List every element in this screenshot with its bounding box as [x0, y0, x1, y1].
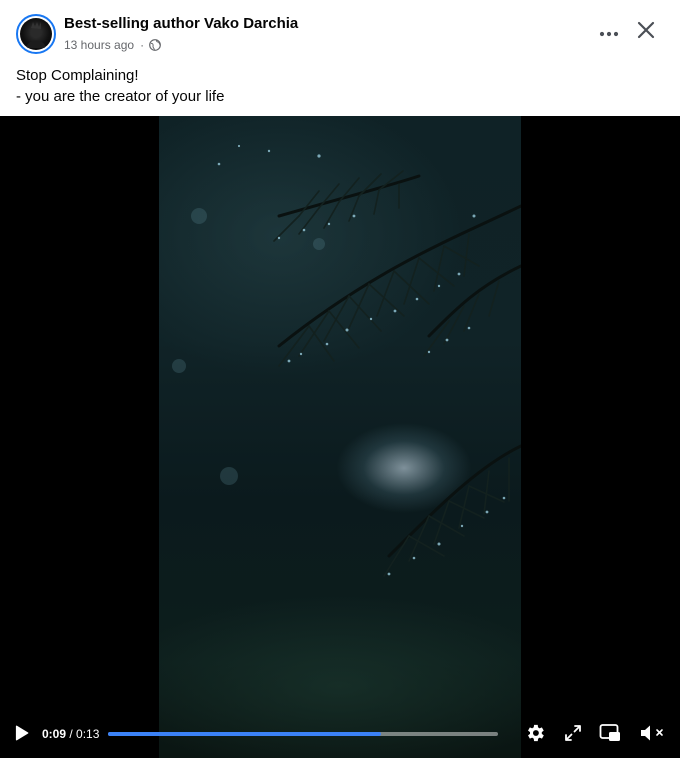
- caption-line: Stop Complaining!: [16, 67, 139, 84]
- post-timestamp[interactable]: 13 hours ago: [64, 38, 134, 52]
- post-meta: 13 hours ago ·: [64, 38, 161, 52]
- fullscreen-icon: [564, 724, 582, 747]
- current-time: 0:09: [42, 727, 67, 741]
- globe-icon[interactable]: [149, 39, 161, 51]
- video-controls: 0:09 / 0:13: [0, 714, 680, 758]
- author-name[interactable]: Best-selling author Vako Darchia: [64, 15, 298, 32]
- progress-bar[interactable]: [108, 732, 498, 736]
- pine-branch-image: [172, 144, 521, 577]
- avatar[interactable]: [16, 14, 56, 54]
- video-time: 0:09 / 0:13: [42, 727, 99, 741]
- post-viewer: Best-selling author Vako Darchia 13 hour…: [0, 0, 680, 758]
- settings-button[interactable]: [522, 722, 548, 748]
- picture-in-picture-button[interactable]: [597, 722, 623, 748]
- caption-line: - you are the creator of your life: [16, 88, 225, 105]
- time-separator: /: [66, 727, 77, 741]
- close-icon: [637, 21, 655, 44]
- more-options-button[interactable]: [594, 18, 624, 48]
- video-frame[interactable]: [159, 116, 521, 758]
- play-button[interactable]: [10, 722, 34, 748]
- post-header: Best-selling author Vako Darchia 13 hour…: [0, 0, 680, 116]
- volume-button[interactable]: [639, 722, 665, 748]
- video-player[interactable]: 0:09 / 0:13: [0, 116, 680, 758]
- duration: 0:13: [76, 727, 100, 741]
- meta-separator: ·: [140, 38, 145, 52]
- volume-muted-icon: [639, 723, 665, 748]
- more-horizontal-icon: [599, 24, 619, 42]
- fullscreen-button[interactable]: [560, 722, 586, 748]
- close-button[interactable]: [630, 16, 662, 48]
- picture-in-picture-icon: [599, 723, 621, 748]
- progress-fill: [108, 732, 381, 736]
- avatar-image: [20, 18, 52, 50]
- play-icon: [15, 725, 29, 746]
- post-caption: Stop Complaining! - you are the creator …: [16, 65, 224, 107]
- settings-icon: [524, 722, 546, 749]
